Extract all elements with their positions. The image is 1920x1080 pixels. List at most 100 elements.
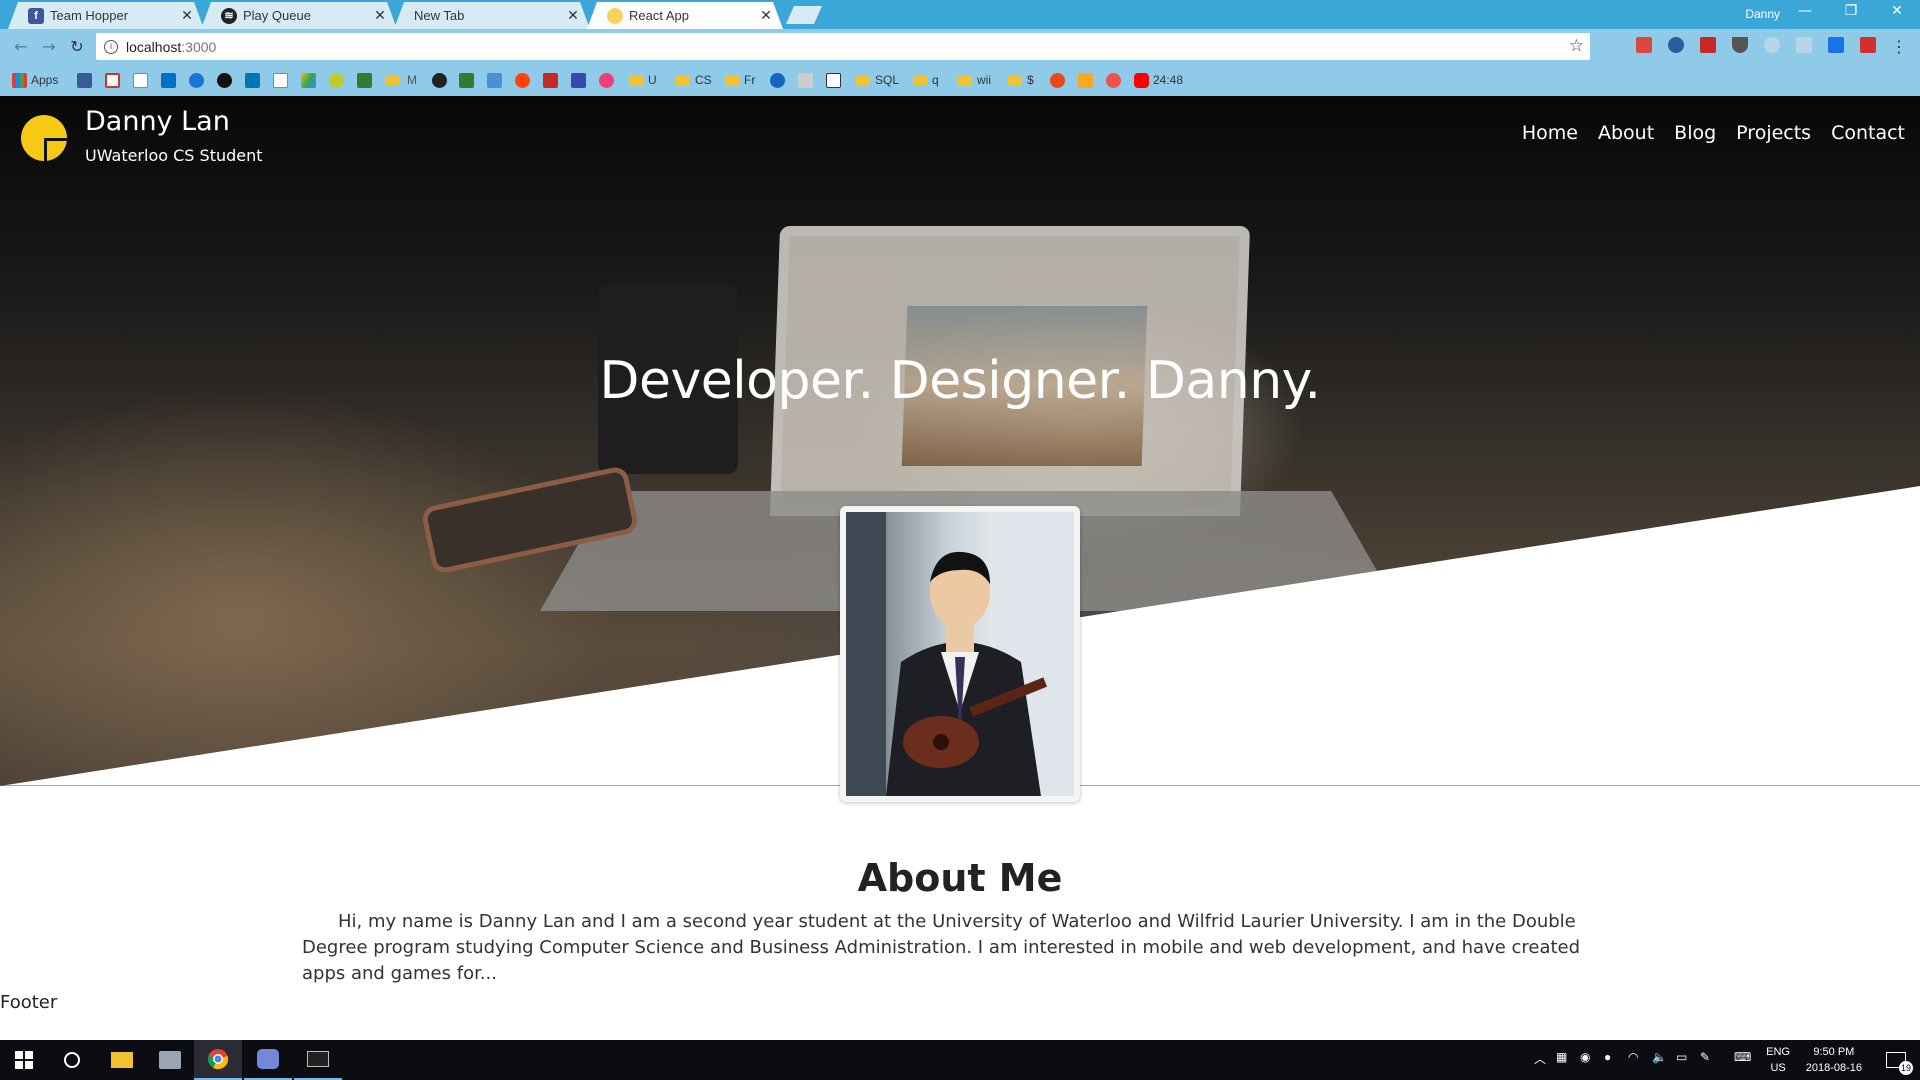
- window-close-icon[interactable]: ✕: [1874, 3, 1920, 19]
- timer-icon[interactable]: [1106, 72, 1121, 88]
- shield-icon[interactable]: [1732, 37, 1748, 53]
- gmail-icon[interactable]: [105, 72, 120, 88]
- close-icon[interactable]: ✕: [180, 7, 194, 24]
- gmail-small-icon[interactable]: M: [407, 72, 417, 88]
- bookmark-folder-wii[interactable]: wii: [958, 72, 991, 88]
- github-icon[interactable]: [432, 72, 447, 88]
- close-icon[interactable]: ✕: [373, 7, 387, 24]
- bookmark-folder-q[interactable]: q: [913, 72, 939, 88]
- reload-icon[interactable]: ↻: [66, 36, 88, 58]
- bookmark-folder-fr[interactable]: Fr: [725, 72, 755, 88]
- facebook-icon[interactable]: [77, 72, 92, 88]
- bookmark-icon[interactable]: [329, 72, 344, 88]
- extension-icon[interactable]: [1796, 37, 1812, 53]
- start-button[interactable]: [0, 1040, 48, 1080]
- bookmark-icon[interactable]: [1050, 72, 1065, 88]
- close-icon[interactable]: ✕: [759, 7, 773, 24]
- url-host: localhost: [126, 38, 182, 55]
- menu-icon[interactable]: ⋮: [1888, 36, 1910, 58]
- c-icon[interactable]: [770, 72, 785, 88]
- apps-grid-icon: [12, 72, 27, 88]
- about-title: About Me: [857, 856, 1063, 900]
- folder-icon: [856, 74, 870, 86]
- bookmark-apps[interactable]: Apps: [12, 72, 58, 88]
- profile-name[interactable]: Danny: [1745, 7, 1780, 21]
- g-icon[interactable]: [1078, 72, 1093, 88]
- tab-play-queue[interactable]: ≋ Play Queue ✕: [201, 2, 397, 29]
- nav-projects[interactable]: Projects: [1736, 122, 1811, 144]
- tab-label: Play Queue: [243, 8, 311, 23]
- taskbar-file-explorer[interactable]: [98, 1040, 146, 1080]
- cortana-button[interactable]: [48, 1040, 96, 1080]
- close-icon[interactable]: ✕: [566, 7, 580, 24]
- extension-icon[interactable]: [1668, 37, 1684, 53]
- show-hidden-icons-icon[interactable]: ︿: [1534, 1050, 1546, 1067]
- site-name[interactable]: Danny Lan: [85, 106, 230, 137]
- back-arrow-icon[interactable]: ←: [10, 36, 32, 58]
- nav-about[interactable]: About: [1598, 122, 1654, 144]
- bookmark-icon[interactable]: [459, 72, 474, 88]
- taskbar-app[interactable]: [146, 1040, 194, 1080]
- w-icon[interactable]: [487, 72, 502, 88]
- nav-blog[interactable]: Blog: [1674, 122, 1716, 144]
- tray-app-icon[interactable]: ▦: [1556, 1050, 1567, 1064]
- discord-tray-icon[interactable]: ◉: [1580, 1050, 1590, 1064]
- bookmark-folder-cs[interactable]: CS: [676, 72, 712, 88]
- tab-react-app[interactable]: React App ✕: [587, 2, 783, 29]
- taskbar-discord[interactable]: [244, 1040, 292, 1080]
- bookmark-star-icon[interactable]: ☆: [1569, 36, 1584, 56]
- bookmark-youtube[interactable]: 24:48: [1134, 72, 1183, 88]
- extension-icon[interactable]: [1828, 37, 1844, 53]
- sheets-icon[interactable]: [357, 72, 372, 88]
- pen-icon[interactable]: ✎: [1700, 1050, 1710, 1064]
- amazon-icon[interactable]: [826, 72, 841, 88]
- linkedin-icon[interactable]: [245, 72, 260, 88]
- tab-new-tab[interactable]: New Tab ✕: [394, 2, 590, 29]
- notifications-icon: 19: [1886, 1052, 1913, 1075]
- c-icon[interactable]: [189, 72, 204, 88]
- system-clock[interactable]: 9:50 PM 2018-08-16: [1806, 1044, 1862, 1076]
- minimize-icon[interactable]: —: [1782, 3, 1828, 19]
- bookmark-icon[interactable]: [599, 72, 614, 88]
- extension-icon[interactable]: [1860, 37, 1876, 53]
- forward-arrow-icon[interactable]: →: [38, 36, 60, 58]
- folder-icon[interactable]: [385, 74, 399, 86]
- chrome-tray-icon[interactable]: ●: [1604, 1050, 1611, 1064]
- action-center-button[interactable]: 19: [1872, 1040, 1920, 1080]
- extension-icon[interactable]: [1700, 37, 1716, 53]
- bookmark-icon[interactable]: [798, 72, 813, 88]
- folder-icon: [1008, 74, 1022, 86]
- volume-icon[interactable]: 🔈: [1652, 1050, 1667, 1064]
- logo-icon[interactable]: [20, 114, 68, 162]
- bookmark-icon[interactable]: [543, 72, 558, 88]
- nav-home[interactable]: Home: [1522, 122, 1578, 144]
- keyboard-icon[interactable]: ⌨: [1734, 1050, 1751, 1064]
- bookmark-folder-sql[interactable]: SQL: [856, 72, 899, 88]
- page-icon[interactable]: [133, 72, 148, 88]
- extension-icon[interactable]: [1764, 37, 1780, 53]
- new-tab-button[interactable]: [786, 6, 822, 24]
- taskbar-chrome[interactable]: [194, 1040, 242, 1080]
- outlook-icon[interactable]: [161, 72, 176, 88]
- extension-icon[interactable]: [1636, 37, 1652, 53]
- spotify-icon[interactable]: [217, 72, 232, 88]
- battery-icon[interactable]: ▭: [1676, 1050, 1687, 1064]
- reddit-icon[interactable]: [515, 72, 530, 88]
- nav-contact[interactable]: Contact: [1831, 122, 1905, 144]
- drive-icon[interactable]: [301, 72, 316, 88]
- site-header: Danny Lan UWaterloo CS Student Home Abou…: [0, 96, 1920, 186]
- address-bar[interactable]: i localhost :3000 ☆: [96, 33, 1590, 60]
- folder-icon: [725, 74, 739, 86]
- network-icon[interactable]: ◠: [1628, 1050, 1638, 1064]
- bookmark-icon[interactable]: [571, 72, 586, 88]
- taskbar-terminal[interactable]: [294, 1040, 342, 1080]
- site-info-icon[interactable]: i: [104, 39, 118, 54]
- bookmark-folder-dollar[interactable]: $: [1008, 72, 1034, 88]
- tab-team-hopper[interactable]: f Team Hopper ✕: [8, 2, 204, 29]
- restore-icon[interactable]: ❐: [1828, 3, 1874, 19]
- input-language[interactable]: ENG US: [1766, 1044, 1790, 1076]
- chrome-icon: [207, 1049, 229, 1070]
- page-icon[interactable]: [273, 72, 288, 88]
- bookmark-folder-u[interactable]: U: [629, 72, 657, 88]
- about-paragraph: Hi, my name is Danny Lan and I am a seco…: [302, 911, 1581, 984]
